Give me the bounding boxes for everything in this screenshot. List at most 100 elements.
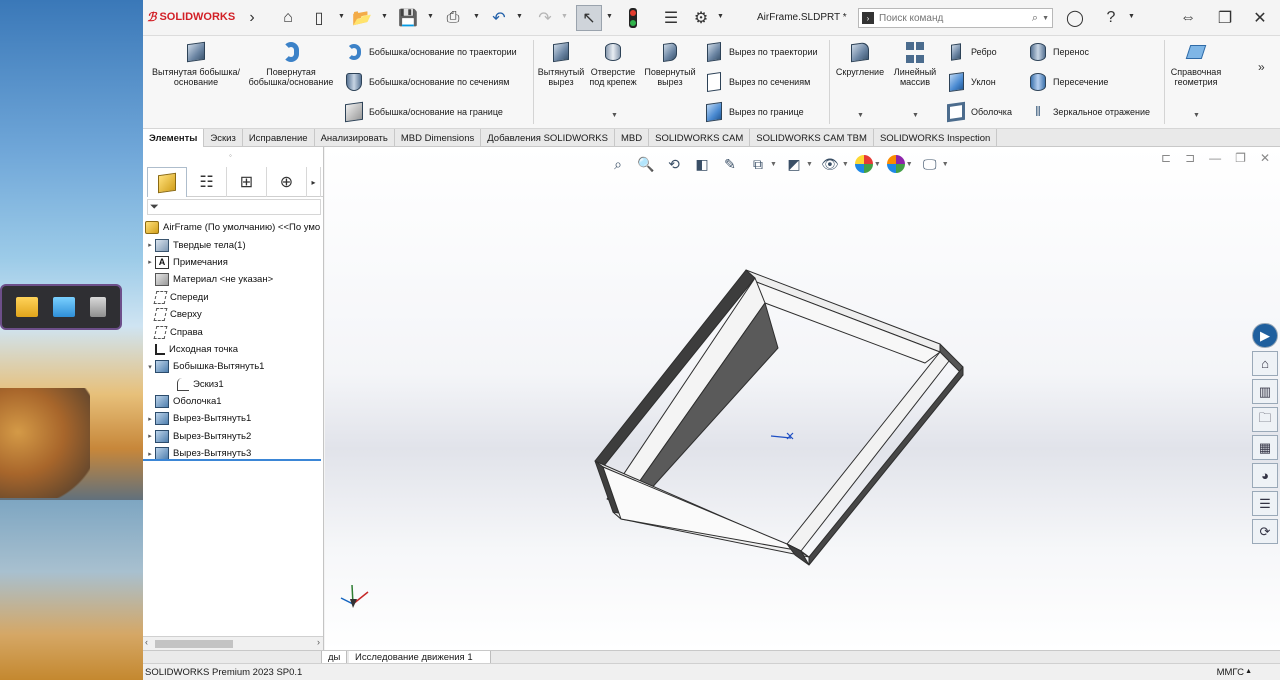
collapse-arrow-icon[interactable]: ▾ (145, 363, 155, 371)
tree-item-boss-extrude1[interactable]: ▾ Бобышка-Вытянуть1 (145, 358, 322, 375)
tab-evaluate-fix[interactable]: Исправление (243, 129, 315, 147)
redo-icon[interactable]: ↷ (533, 5, 557, 31)
fillet-dropdown-icon[interactable]: ▼ (857, 112, 864, 119)
custom-properties-icon[interactable]: ☰ (1252, 491, 1278, 516)
graphics-area[interactable]: ⌕ 🔍 ⟲ ◧ ✎ ⧉ ▼ ◩ ▼ 👁 ▼ ▼ ▼ 🖵 ▼ ⊏ ⊐ — ❐ ✕ (325, 147, 1280, 650)
boundary-cut-button[interactable]: Вырез по границе (705, 101, 804, 123)
rebuild-icon[interactable] (625, 5, 641, 31)
undo-dropdown-icon[interactable]: ▼ (516, 13, 523, 20)
tree-item-annotations[interactable]: ▸ A Примечания (145, 254, 322, 271)
hole-wizard-button[interactable]: Отверстие под крепеж (589, 40, 637, 87)
options-gear-icon[interactable]: ⚙ (689, 5, 713, 31)
search-dropdown-icon[interactable]: ▼ (1042, 15, 1049, 22)
tree-item-cut-extrude2[interactable]: ▸ Вырез-Вытянуть2 (145, 428, 322, 445)
tree-filter[interactable]: ⏷ (147, 199, 321, 215)
computer-icon[interactable] (52, 297, 75, 317)
tree-item-shell1[interactable]: Оболочка1 (145, 393, 322, 410)
open-dropdown-icon[interactable]: ▼ (381, 13, 388, 20)
tree-item-top-plane[interactable]: Сверху (145, 306, 322, 323)
reference-geometry-button[interactable]: Справочная геометрия (1167, 40, 1225, 87)
revolve-cut-button[interactable]: Повернутый вырез (641, 40, 699, 87)
configuration-manager-tab-icon[interactable]: ⊞ (227, 167, 267, 197)
design-library-icon[interactable]: ▥ (1252, 379, 1278, 404)
units-dropdown-icon[interactable]: ▲ (1245, 668, 1252, 675)
tab-inspection[interactable]: SOLIDWORKS Inspection (874, 129, 998, 147)
select-icon[interactable]: ↖ (576, 5, 602, 31)
folder-icon[interactable] (15, 297, 38, 317)
boundary-boss-button[interactable]: Бобышка/основание на границе (345, 101, 503, 123)
save-icon[interactable]: 💾 (395, 5, 421, 31)
tree-item-front-plane[interactable]: Спереди (145, 289, 322, 306)
expand-arrow-icon[interactable]: ▸ (145, 415, 155, 423)
tab-features[interactable]: Элементы (143, 129, 205, 147)
loft-boss-button[interactable]: Бобышка/основание по сечениям (345, 73, 509, 91)
expand-arrow-icon[interactable]: ▸ (145, 432, 155, 440)
file-explorer-icon[interactable]: 🗀 (1252, 407, 1278, 432)
help-dropdown-icon[interactable]: ▼ (1128, 13, 1135, 20)
fillet-button[interactable]: Скругление (833, 40, 887, 77)
home-icon[interactable]: ⌂ (1252, 351, 1278, 376)
expand-menu-icon[interactable]: › (242, 5, 262, 31)
open-icon[interactable]: 📂 (349, 5, 375, 31)
mirror-button[interactable]: ⫴ Зеркальное отражение (1029, 103, 1150, 121)
tab-mbd[interactable]: MBD (615, 129, 650, 147)
tab-mbd-dimensions[interactable]: MBD Dimensions (395, 129, 482, 147)
rollback-bar[interactable] (143, 459, 321, 461)
save-dropdown-icon[interactable]: ▼ (427, 13, 434, 20)
draft-button[interactable]: Уклон (947, 71, 996, 93)
print-icon[interactable]: ⎙ (440, 5, 466, 31)
tab-addins[interactable]: Добавления SOLIDWORKS (481, 129, 615, 147)
scroll-right-icon[interactable]: › (317, 637, 320, 647)
search-input[interactable] (879, 12, 1032, 24)
tree-item-right-plane[interactable]: Справа (145, 323, 322, 340)
expand-arrow-icon[interactable]: ▸ (145, 258, 155, 266)
new-document-icon[interactable]: ▯ (307, 5, 331, 31)
swept-boss-button[interactable]: Бобышка/основание по траектории (345, 43, 517, 61)
tab-evaluate[interactable]: Анализировать (315, 129, 395, 147)
extrude-cut-button[interactable]: Вытянутый вырез (537, 40, 585, 87)
pattern-dropdown-icon[interactable]: ▼ (912, 112, 919, 119)
dimxpert-tab-icon[interactable]: ⊕ (267, 167, 307, 197)
select-dropdown-icon[interactable]: ▼ (606, 13, 613, 20)
tree-item-cut-extrude1[interactable]: ▸ Вырез-Вытянуть1 (145, 410, 322, 427)
hole-wizard-dropdown-icon[interactable]: ▼ (611, 112, 618, 119)
loft-cut-button[interactable]: Вырез по сечениям (705, 72, 810, 92)
more-tabs-icon[interactable]: ▸ (307, 167, 321, 197)
search-icon[interactable]: ⌕ (1032, 12, 1038, 25)
tab-cam-tbm[interactable]: SOLIDWORKS CAM TBM (750, 129, 874, 147)
tree-item-origin[interactable]: Исходная точка (145, 341, 322, 358)
extrude-boss-button[interactable]: Вытянутая бобышка/основание (151, 40, 241, 87)
property-manager-tab-icon[interactable]: ☷ (187, 167, 227, 197)
rib-button[interactable]: Ребро (947, 43, 997, 61)
file-properties-icon[interactable]: ☰ (659, 5, 683, 31)
appearances-scenes-icon[interactable]: ◕ (1252, 463, 1278, 488)
expand-arrow-icon[interactable]: ▸ (145, 241, 155, 249)
tab-cam[interactable]: SOLIDWORKS CAM (649, 129, 751, 147)
print-dropdown-icon[interactable]: ▼ (473, 13, 480, 20)
help-icon[interactable]: ? (1099, 5, 1123, 31)
intersect-button[interactable]: Пересечение (1029, 73, 1108, 91)
panel-grip-icon[interactable]: ◦ (229, 151, 232, 160)
restore-window-icon[interactable]: ❐ (1213, 5, 1237, 31)
swept-cut-button[interactable]: Вырез по траектории (705, 42, 818, 62)
tree-item-material[interactable]: Материал <не указан> (145, 271, 322, 288)
view-palette-icon[interactable]: ▦ (1252, 435, 1278, 460)
undo-icon[interactable]: ↶ (487, 5, 511, 31)
shell-button[interactable]: Оболочка (947, 101, 1012, 123)
revolve-boss-button[interactable]: Повернутая бобышка/основание (245, 40, 337, 87)
collapse-ribbon-icon[interactable]: ⇔ (1176, 5, 1200, 31)
user-account-icon[interactable]: ◯ (1063, 5, 1087, 31)
tree-item-solid-bodies[interactable]: ▸ Твердые тела(1) (145, 236, 322, 253)
options-dropdown-icon[interactable]: ▼ (717, 13, 724, 20)
ribbon-more-button[interactable]: » (1258, 60, 1265, 74)
new-dropdown-icon[interactable]: ▼ (338, 13, 345, 20)
tab-sketch[interactable]: Эскиз (204, 129, 243, 147)
close-window-icon[interactable]: ✕ (1248, 5, 1272, 31)
tree-item-sketch1[interactable]: Эскиз1 (145, 376, 322, 393)
airframe-model[interactable] (325, 147, 1280, 650)
feature-tree-tab-icon[interactable] (147, 167, 187, 197)
tree-root-part[interactable]: AirFrame (По умолчанию) <<По умо (145, 219, 322, 236)
unit-system[interactable]: ММГС (1217, 667, 1244, 678)
scroll-left-icon[interactable]: ‹ (145, 637, 148, 647)
tree-horizontal-scrollbar[interactable]: ‹ › (143, 636, 323, 650)
